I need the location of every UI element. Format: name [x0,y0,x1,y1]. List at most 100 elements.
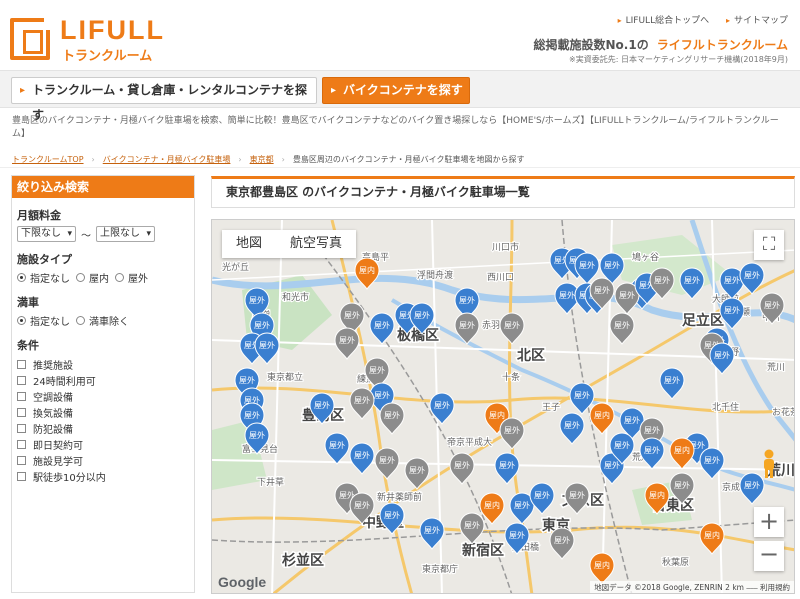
price-max-select[interactable]: 上限なし [96,226,155,242]
logo-sub: トランクルーム [62,49,153,64]
place-label: 西川口 [487,272,514,282]
radio-icon [76,316,85,325]
breadcrumb: トランクルームTOP › バイクコンテナ・月極バイク駐車場 › 東京都 › 豊島区周辺のバイ… [0,151,800,168]
filter-sidebar: 絞り込み検索 月額料金 下限なし 〜 上限なし 施設タイプ 指定なし 屋内 屋外… [11,175,195,593]
checkbox-icon [17,455,26,465]
link-lifull-top[interactable]: LIFULL総合トップへ [618,16,709,26]
zoom-out-button[interactable]: − [754,541,784,571]
pin-label: 屋外 [559,290,575,300]
radio-icon [17,316,26,325]
place-label: 下井草 [257,476,284,487]
pin-label: 屋外 [339,335,355,345]
type-option-none[interactable]: 指定なし [17,270,70,285]
breadcrumb-tokyo[interactable]: 東京都 [250,155,274,164]
pin-label: 屋外 [764,300,780,310]
results-map[interactable]: 和光市板橋区北区足立区豊島区文京区台東区中野区杉並区新宿区東京荒川区浮間舟渡赤羽… [211,219,795,594]
pin-label: 屋内 [489,410,505,420]
type-option-label: 屋外 [128,274,148,285]
breadcrumb-top[interactable]: トランクルームTOP [12,155,84,164]
price-row: 下限なし 〜 上限なし [17,226,194,242]
pin-label: 屋外 [374,390,390,400]
pin-label: 屋外 [594,285,610,295]
full-option-exclude[interactable]: 満車除く [76,313,129,328]
bike-container-search-button[interactable]: バイクコンテナを探す [322,77,470,104]
pin-label: 屋内 [594,560,610,570]
type-option-outdoor[interactable]: 屋外 [115,270,148,285]
map-type-tab-satellite[interactable]: 航空写真 [276,230,356,258]
pin-label: 屋外 [624,415,640,425]
pin-label: 屋外 [504,425,520,435]
pegman-icon[interactable] [757,448,781,480]
map-canvas[interactable]: 和光市板橋区北区足立区豊島区文京区台東区中野区杉並区新宿区東京荒川区浮間舟渡赤羽… [212,220,795,594]
place-label: 和光市 [282,291,309,302]
filter-title: 絞り込み検索 [12,176,194,198]
site-header: LIFULL トランクルーム LIFULL総合トップへ サイトマップ 総掲載施設… [0,0,800,70]
price-tilde: 〜 [81,230,91,242]
condition-item[interactable]: 駅徒歩10分以内 [17,468,194,484]
pin-label: 屋外 [454,460,470,470]
condition-item[interactable]: 換気設備 [17,404,194,420]
condition-label: 換気設備 [33,408,73,420]
pin-label: 屋外 [354,450,370,460]
pin-label: 屋外 [239,375,255,385]
place-label: 荒川 [767,362,785,372]
pin-label: 屋外 [499,460,515,470]
map-attribution[interactable]: 地図データ ©2018 Google, ZENRIN 2 km ⎯⎯⎯ 利用規約 [590,581,794,593]
condition-item[interactable]: 即日契約可 [17,436,194,452]
condition-label: 防犯設備 [33,424,73,436]
pin-label: 屋外 [579,260,595,270]
pin-label: 屋外 [644,425,660,435]
place-label: お花茶屋 [772,406,795,417]
checkbox-icon [17,471,26,481]
place-label: 東京都立 [267,371,303,382]
map-type-tab-map[interactable]: 地図 [222,230,276,258]
pin-label: 屋外 [664,375,680,385]
pin-label: 屋外 [374,320,390,330]
condition-item[interactable]: 空調設備 [17,388,194,404]
tagline-note: ※実資委託先: 日本マーケティングリサーチ機構(2018年9月) [569,55,788,64]
zoom-in-button[interactable]: + [754,507,784,537]
place-label: 秋葉原 [662,556,689,567]
results-title: 東京都豊島区 のバイクコンテナ・月極バイク駐車場一覧 [211,176,795,208]
full-option-none[interactable]: 指定なし [17,313,70,328]
breadcrumb-bike[interactable]: バイクコンテナ・月極バイク駐車場 [103,155,231,164]
pin-label: 屋外 [534,490,550,500]
pin-label: 屋内 [649,490,665,500]
condition-label: 24時間利用可 [33,376,96,388]
pin-label: 屋外 [509,530,525,540]
link-sitemap[interactable]: サイトマップ [726,16,788,26]
type-option-indoor[interactable]: 屋内 [76,270,109,285]
condition-item[interactable]: 防犯設備 [17,420,194,436]
map-type-control: 地図 航空写真 [222,230,357,258]
checkbox-icon [17,375,26,385]
place-label: 光が丘 [222,261,249,272]
pin-label: 屋外 [569,490,585,500]
price-min-select[interactable]: 下限なし [17,226,76,242]
fullscreen-icon[interactable]: ⛶ [754,230,784,260]
condition-label: 空調設備 [33,392,73,404]
pin-label: 屋外 [344,310,360,320]
pin-label: 屋外 [244,410,260,420]
google-logo[interactable]: Google [218,574,266,590]
price-label: 月額料金 [17,209,61,222]
pin-label: 屋外 [384,410,400,420]
condition-label: 施設見学可 [33,456,83,468]
storage-search-button[interactable]: トランクルーム・貸し倉庫・レンタルコンテナを探す [11,77,317,122]
pin-label: 屋外 [329,440,345,450]
condition-label: 駅徒歩10分以内 [33,472,106,484]
breadcrumb-sep-icon: › [238,155,242,164]
pin-label: 屋外 [384,510,400,520]
pin-label: 屋外 [724,275,740,285]
condition-item[interactable]: 推奨施設 [17,356,194,372]
place-label: 北区 [517,347,545,363]
full-label: 満車 [17,296,39,309]
pin-label: 屋内 [704,530,720,540]
condition-item[interactable]: 24時間利用可 [17,372,194,388]
pin-label: 屋外 [354,395,370,405]
checkbox-icon [17,407,26,417]
condition-item[interactable]: 施設見学可 [17,452,194,468]
pin-label: 屋外 [604,460,620,470]
tagline-prefix: 総掲載施設数No.1の [533,38,649,52]
site-logo[interactable]: LIFULL トランクルーム [10,15,180,64]
condition-label: 即日契約可 [33,440,83,452]
